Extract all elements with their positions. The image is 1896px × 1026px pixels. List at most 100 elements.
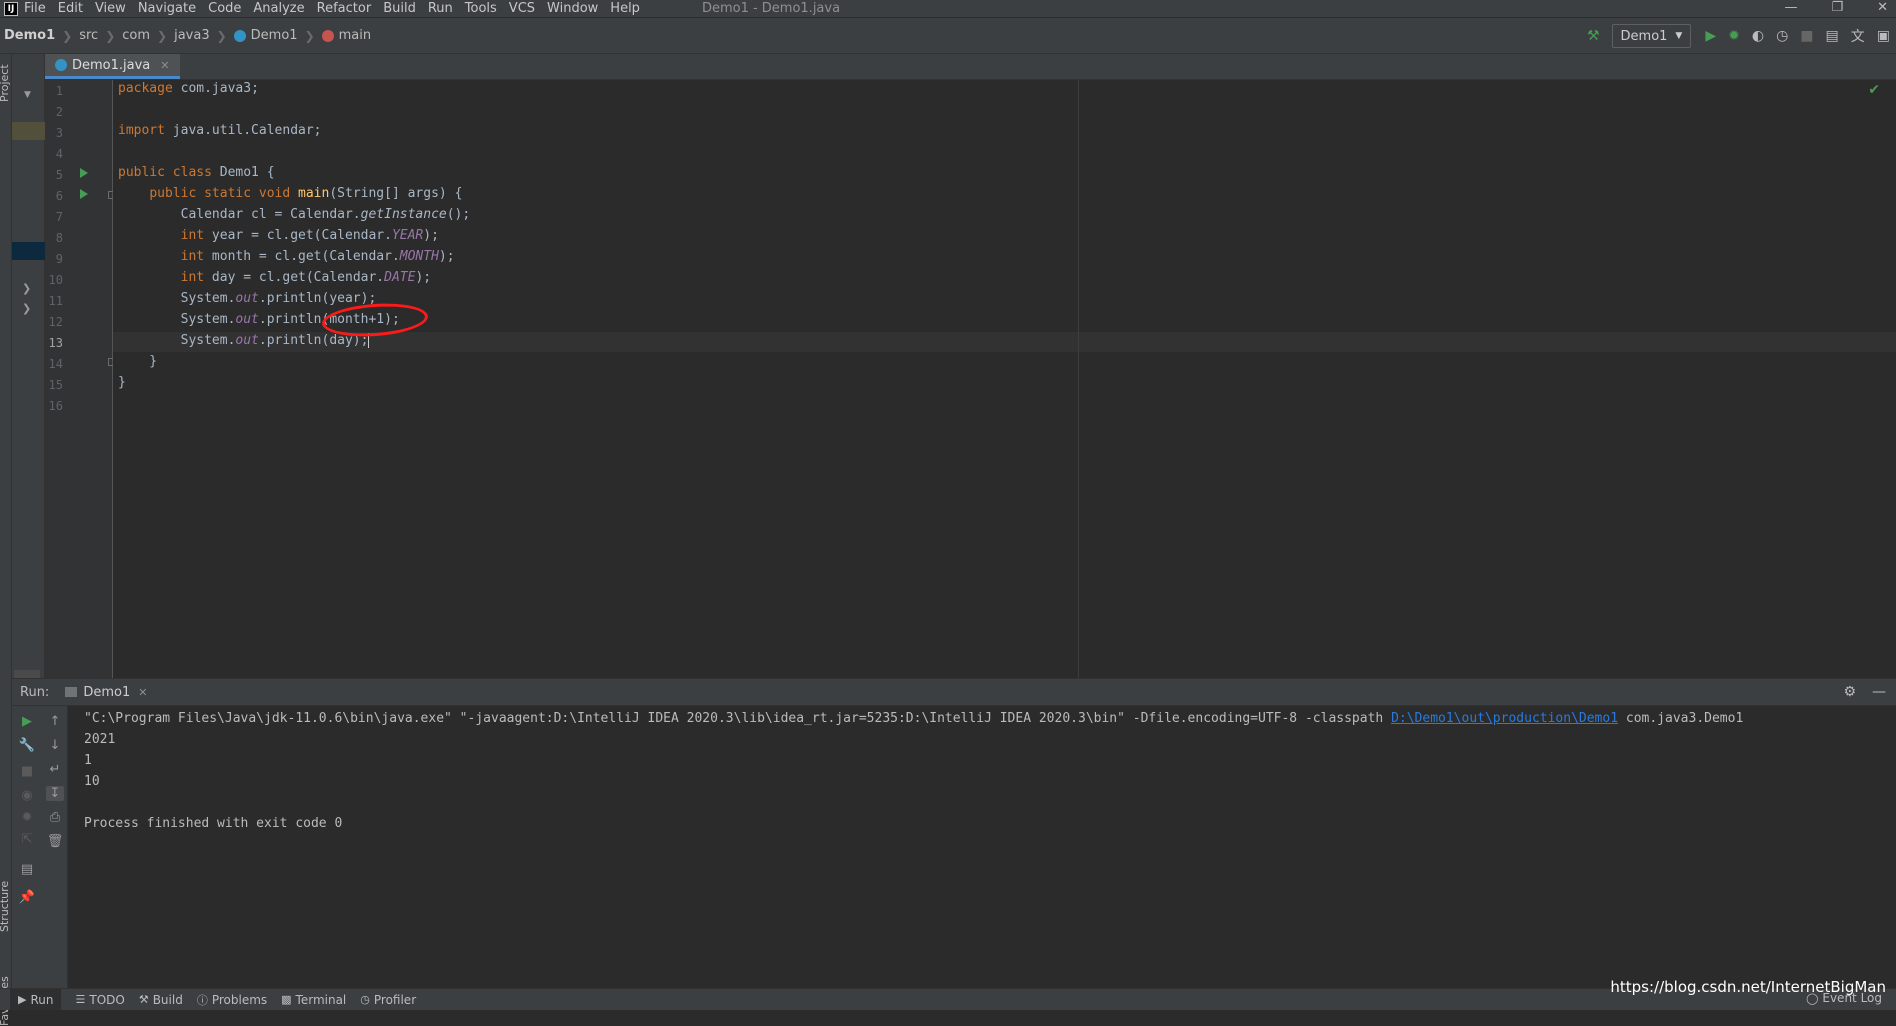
chevron-right-icon[interactable]: ❯ <box>22 302 31 315</box>
code-line: int day = cl.get(Calendar.DATE); <box>180 270 432 285</box>
soft-wrap-icon[interactable]: ↵ <box>46 762 64 777</box>
rerun-icon[interactable]: ▶ <box>18 714 36 729</box>
run-configuration-select[interactable]: Demo1 ▼ <box>1611 24 1692 48</box>
layout-icon[interactable]: ▤ <box>18 862 36 877</box>
menu-bar: IJ File Edit View Navigate Code Analyze … <box>0 0 1896 17</box>
coverage-icon[interactable]: ◐ <box>1752 28 1764 44</box>
line-number: 4 <box>55 147 63 161</box>
minimize-icon[interactable]: — <box>1784 0 1797 15</box>
breadcrumb-method[interactable]: main <box>339 28 371 43</box>
tool-tab-profiler[interactable]: ◷ Profiler <box>360 993 416 1007</box>
print-icon[interactable]: ⎙ <box>46 810 64 825</box>
stop-icon[interactable]: ■ <box>1800 28 1813 44</box>
breadcrumb-java3[interactable]: java3 <box>174 28 210 43</box>
chevron-down-icon[interactable]: ▼ <box>24 90 31 100</box>
close-run-tab-icon[interactable]: ✕ <box>138 686 147 699</box>
menu-code[interactable]: Code <box>208 1 241 16</box>
tool-tab-build[interactable]: ⚒ Build <box>139 993 183 1007</box>
line-number-current: 13 <box>48 336 63 350</box>
menu-edit[interactable]: Edit <box>58 1 83 16</box>
run-main-gutter-icon[interactable] <box>80 189 88 199</box>
class-icon <box>55 59 67 71</box>
run-panel-header: Run: Demo1 ✕ ⚙ — <box>12 678 1896 706</box>
arrow-down-icon[interactable]: ↓ <box>46 738 64 753</box>
tool-tab-label: Terminal <box>295 992 347 1007</box>
line-number: 7 <box>55 210 63 224</box>
tab-demo1-java[interactable]: Demo1.java ✕ <box>45 54 180 79</box>
console-output-line: 1 <box>84 753 92 768</box>
hammer-icon: ⚒ <box>138 993 149 1006</box>
arrow-up-icon[interactable]: ↑ <box>46 714 64 729</box>
breadcrumb-class[interactable]: Demo1 <box>251 28 298 43</box>
run-icon[interactable]: ▶ <box>1705 28 1716 44</box>
run-class-gutter-icon[interactable] <box>80 168 88 178</box>
structure-tool-tab[interactable]: Structure <box>0 881 11 932</box>
menu-vcs[interactable]: VCS <box>509 1 535 16</box>
translate-icon[interactable]: 文 <box>1851 26 1865 46</box>
hide-panel-icon[interactable]: — <box>1872 684 1886 700</box>
project-structure-icon[interactable]: ▤ <box>1826 28 1839 44</box>
menu-window[interactable]: Window <box>547 1 598 16</box>
no-problems-check-icon[interactable]: ✔ <box>1868 82 1880 98</box>
line-number: 6 <box>55 189 63 203</box>
tool-tab-label: Run <box>30 992 54 1007</box>
build-hammer-icon[interactable]: ⚒ <box>1587 28 1600 44</box>
tool-tab-terminal[interactable]: ▩ Terminal <box>281 993 346 1007</box>
window-title: Demo1 - Demo1.java <box>701 1 841 16</box>
editor-gutter: 1 2 3 4 5 6 7 8 9 10 11 12 13 14 15 16 <box>45 80 113 678</box>
close-window-icon[interactable]: ✕ <box>1877 0 1888 15</box>
scrollbar-thumb[interactable] <box>14 670 40 678</box>
run-tab-demo1[interactable]: Demo1 ✕ <box>65 685 147 700</box>
breadcrumb-project[interactable]: Demo1 <box>4 28 55 43</box>
console-command-suffix: com.java3.Demo1 <box>1618 711 1744 726</box>
menu-navigate[interactable]: Navigate <box>138 1 196 16</box>
menu-build[interactable]: Build <box>383 1 416 16</box>
menu-run[interactable]: Run <box>428 1 453 16</box>
menu-analyze[interactable]: Analyze <box>253 1 304 16</box>
breadcrumb: Demo1 ❯ src ❯ com ❯ java3 ❯ Demo1 ❯ main <box>0 28 371 43</box>
pin-icon[interactable]: 📌 <box>18 890 36 905</box>
line-number: 16 <box>48 399 63 413</box>
console-output-line: 2021 <box>84 732 116 747</box>
run-console[interactable]: "C:\Program Files\Java\jdk-11.0.6\bin\ja… <box>68 706 1896 988</box>
scroll-to-end-icon[interactable]: ↧ <box>46 786 64 801</box>
menu-refactor[interactable]: Refactor <box>317 1 372 16</box>
camera-icon[interactable]: ◉ <box>18 788 36 803</box>
tool-tab-run[interactable]: ▶ Run <box>10 989 62 1010</box>
tool-tab-label: Build <box>152 992 183 1007</box>
gear-icon[interactable]: ⚙ <box>1843 684 1856 700</box>
list-icon: ☰ <box>75 993 86 1006</box>
menu-file[interactable]: File <box>24 1 46 16</box>
classpath-link[interactable]: D:\Demo1\out\production\Demo1 <box>1391 711 1618 726</box>
editor-tab-bar: Demo1.java ✕ <box>45 54 1896 80</box>
chevron-right-icon[interactable]: ❯ <box>22 282 31 295</box>
presentation-icon[interactable]: ▣ <box>1877 28 1890 44</box>
menu-view[interactable]: View <box>95 1 126 16</box>
tree-row-selected[interactable] <box>12 122 45 140</box>
profile-icon[interactable]: ◷ <box>1776 28 1788 44</box>
code-line: int month = cl.get(Calendar.MONTH); <box>180 249 455 264</box>
code-editor[interactable] <box>113 80 1896 678</box>
debug-icon[interactable]: ✹ <box>1728 28 1740 44</box>
trash-icon[interactable]: 🗑 <box>46 834 64 849</box>
code-line: public class Demo1 { <box>118 165 275 180</box>
wrench-icon[interactable]: 🔧 <box>18 738 36 753</box>
tool-tab-todo[interactable]: ☰ TODO <box>75 993 124 1007</box>
project-tool-tab[interactable]: Project <box>0 64 11 102</box>
menu-tools[interactable]: Tools <box>465 1 497 16</box>
code-line: import java.util.Calendar; <box>118 123 322 138</box>
tree-row-focused[interactable] <box>12 242 45 260</box>
navigation-bar: Demo1 ❯ src ❯ com ❯ java3 ❯ Demo1 ❯ main… <box>0 18 1896 54</box>
restore-icon[interactable]: ❐ <box>1831 0 1843 15</box>
breadcrumb-src[interactable]: src <box>79 28 98 43</box>
chevron-down-icon: ▼ <box>1675 31 1683 41</box>
close-tab-icon[interactable]: ✕ <box>160 59 169 72</box>
debug-icon[interactable]: ✹ <box>18 810 36 825</box>
tool-tab-problems[interactable]: ⓘ Problems <box>197 992 267 1008</box>
breadcrumb-com[interactable]: com <box>122 28 150 43</box>
application-icon <box>65 687 78 697</box>
stop-icon[interactable]: ■ <box>18 764 36 779</box>
exit-icon[interactable]: ⇱ <box>18 832 36 847</box>
code-line: public static void main(String[] args) { <box>149 186 463 201</box>
menu-help[interactable]: Help <box>610 1 640 16</box>
